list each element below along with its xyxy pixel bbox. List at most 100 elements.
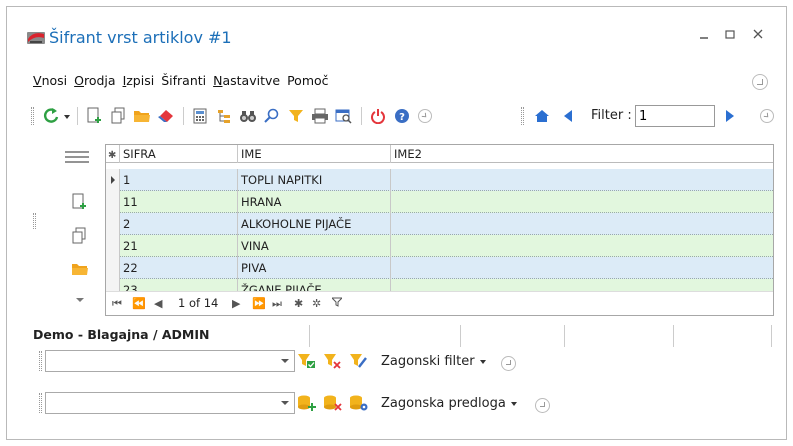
arrow-left-icon — [564, 110, 572, 122]
filter-edit-icon — [350, 354, 367, 368]
side-open-button[interactable] — [71, 263, 89, 280]
grid-filter-button[interactable] — [330, 297, 344, 310]
menu-pomoc[interactable]: Pomoč — [287, 73, 328, 91]
delete-template-button[interactable] — [323, 394, 343, 415]
cell-ime2[interactable] — [391, 191, 773, 213]
filter-toolbar-more-button[interactable] — [757, 105, 777, 127]
next-page-button[interactable]: ⏩ — [252, 297, 266, 310]
cell-ime2[interactable] — [391, 257, 773, 279]
copy-icon — [111, 107, 125, 124]
column-header-ime2[interactable]: IME2 — [391, 145, 773, 163]
filter-input[interactable] — [635, 105, 715, 127]
cell-ime[interactable]: VINA — [238, 235, 391, 257]
clear-filter-button[interactable] — [323, 352, 343, 373]
close-icon — [753, 29, 763, 39]
side-copy-button[interactable] — [71, 227, 87, 248]
exit-button[interactable] — [367, 105, 389, 127]
side-new-button[interactable] — [71, 193, 87, 214]
cancel-record-button[interactable]: ✲ — [312, 297, 321, 310]
chevron-down-icon — [510, 401, 517, 406]
cell-ime[interactable]: HRANA — [238, 191, 391, 213]
cell-ime2[interactable] — [391, 213, 773, 235]
open-button[interactable] — [131, 105, 153, 127]
data-grid: ✱ SIFRA IME IME2 1 TOPLI NAPITKI 11 HRAN… — [105, 144, 774, 316]
side-toolbar-grip[interactable] — [33, 213, 36, 229]
grid-corner[interactable]: ✱ — [106, 145, 120, 163]
first-record-button[interactable]: ⏮ — [112, 297, 122, 311]
copy-icon — [72, 227, 86, 244]
column-header-ime[interactable]: IME — [238, 145, 391, 163]
cell-ime[interactable]: TOPLI NAPITKI — [238, 169, 391, 191]
toolbar-grip[interactable] — [31, 107, 34, 125]
refresh-button[interactable] — [41, 105, 73, 127]
previous-button[interactable] — [559, 105, 577, 127]
cell-sifra[interactable]: 21 — [120, 235, 238, 257]
table-row[interactable]: 21 VINA — [106, 235, 773, 257]
print-preview-button[interactable] — [333, 105, 355, 127]
startup-template-dropdown[interactable]: Zagonska predloga — [381, 396, 517, 411]
filter-row-grip[interactable] — [39, 351, 42, 371]
table-row[interactable]: 1 TOPLI NAPITKI — [106, 169, 773, 191]
chevron-down-icon — [281, 401, 289, 405]
print-button[interactable] — [309, 105, 331, 127]
template-row-more-button[interactable] — [535, 398, 550, 413]
maximize-button[interactable] — [721, 27, 739, 45]
status-text: Demo - Blagajna / ADMIN — [33, 327, 210, 342]
template-settings-button[interactable] — [349, 394, 369, 415]
table-row[interactable]: 2 ALKOHOLNE PIJAČE — [106, 213, 773, 235]
cell-ime2[interactable] — [391, 169, 773, 191]
new-button[interactable] — [83, 105, 105, 127]
cell-sifra[interactable]: 1 — [120, 169, 238, 191]
help-button[interactable]: ? — [391, 105, 413, 127]
append-record-button[interactable]: ✱ — [294, 297, 303, 310]
next-record-button[interactable]: ▶ — [232, 297, 240, 310]
record-position: 1 of 14 — [178, 296, 219, 310]
cell-sifra[interactable]: 11 — [120, 191, 238, 213]
filter-row-more-button[interactable] — [501, 356, 516, 371]
current-row-arrow-icon — [111, 176, 115, 184]
side-more-button[interactable] — [75, 293, 85, 307]
column-header-sifra[interactable]: SIFRA — [120, 145, 238, 163]
cell-ime[interactable]: ALKOHOLNE PIJAČE — [238, 213, 391, 235]
menu-orodja[interactable]: Orodja — [74, 73, 115, 91]
menu-sifranti[interactable]: Šifranti — [161, 73, 206, 91]
minimize-button[interactable] — [695, 27, 713, 45]
menu-bar: Vnosi Orodja Izpisi Šifranti Nastavitve … — [33, 73, 336, 91]
previous-record-button[interactable]: ◀ — [154, 297, 162, 310]
cell-sifra[interactable]: 22 — [120, 257, 238, 279]
menu-collapse-button[interactable] — [752, 74, 768, 90]
cell-sifra[interactable]: 2 — [120, 213, 238, 235]
table-row[interactable]: 11 HRANA — [106, 191, 773, 213]
previous-page-button[interactable]: ⏪ — [132, 297, 146, 310]
chevron-down-icon — [281, 359, 289, 363]
toolbar-more-button[interactable] — [415, 105, 435, 127]
filter-combo[interactable] — [45, 350, 295, 372]
copy-button[interactable] — [107, 105, 129, 127]
startup-filter-dropdown[interactable]: Zagonski filter — [381, 354, 486, 369]
search-button[interactable] — [261, 105, 283, 127]
filter-button[interactable] — [285, 105, 307, 127]
close-button[interactable] — [749, 27, 767, 45]
tree-button[interactable] — [213, 105, 235, 127]
apply-filter-button[interactable] — [297, 352, 317, 373]
filter-label: Filter : — [591, 108, 632, 123]
menu-nastavitve[interactable]: Nastavitve — [213, 73, 280, 91]
home-button[interactable] — [531, 105, 553, 127]
menu-vnosi[interactable]: Vnosi — [33, 73, 67, 91]
add-template-button[interactable] — [297, 394, 317, 415]
delete-button[interactable] — [155, 105, 177, 127]
calculator-button[interactable] — [189, 105, 211, 127]
table-row[interactable]: 22 PIVA — [106, 257, 773, 279]
template-combo[interactable] — [45, 392, 295, 414]
filter-toolbar-grip[interactable] — [521, 107, 524, 125]
filter-icon — [289, 110, 303, 122]
edit-filter-button[interactable] — [349, 352, 369, 373]
last-record-button[interactable]: ⏭ — [272, 297, 282, 311]
cell-ime2[interactable] — [391, 235, 773, 257]
cell-ime[interactable]: PIVA — [238, 257, 391, 279]
menu-izpisi[interactable]: Izpisi — [123, 73, 155, 91]
template-row-grip[interactable] — [39, 393, 42, 413]
find-button[interactable] — [237, 105, 259, 127]
next-button[interactable] — [721, 105, 739, 127]
hamburger-menu-button[interactable] — [65, 149, 89, 168]
